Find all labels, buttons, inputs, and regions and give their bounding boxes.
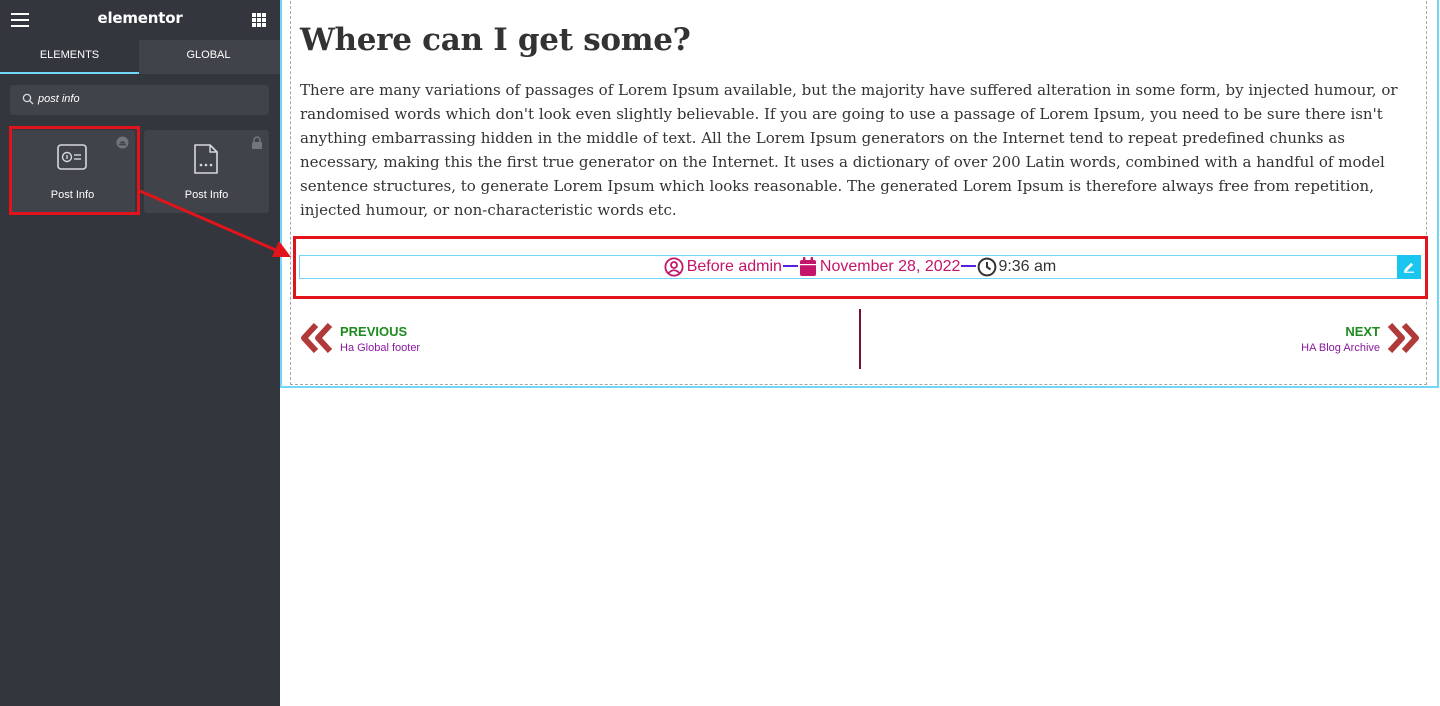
edit-widget-button[interactable]: [1397, 255, 1421, 279]
user-circle-icon: [664, 257, 684, 277]
pro-badge-icon: [116, 136, 129, 149]
page-heading: Where can I get some?: [300, 22, 691, 58]
post-nav-divider: [859, 309, 861, 369]
author-text: Before admin: [686, 258, 782, 275]
meta-divider: [782, 264, 798, 267]
search-query: post info: [38, 93, 80, 105]
clock-icon: [978, 257, 997, 277]
panel-tabs: ELEMENTS GLOBAL: [0, 40, 280, 74]
body-text: There are many variations of passages of…: [300, 81, 1398, 219]
widgets-grid-icon[interactable]: [252, 13, 266, 27]
widget-label: Post Info: [184, 189, 229, 201]
previous-label: PREVIOUS: [340, 324, 408, 339]
post-info-icon: [57, 144, 87, 170]
post-info-date[interactable]: November 28, 2022: [799, 256, 961, 278]
next-label: NEXT: [1345, 324, 1380, 339]
widget-search-input[interactable]: post info: [10, 85, 269, 115]
double-chevron-right-icon: [1387, 323, 1419, 353]
search-icon: [22, 93, 34, 105]
date-text: November 28, 2022: [819, 258, 961, 275]
post-document-icon: [194, 144, 218, 174]
lock-icon: [252, 136, 262, 149]
brand-logo: elementor: [97, 9, 183, 27]
widget-label: Post Info: [50, 189, 95, 201]
next-post-link[interactable]: NEXT HA Blog Archive: [1120, 310, 1420, 370]
post-info-widget[interactable]: Before admin November 28, 2022 9:36 am: [300, 256, 1420, 278]
panel-header: elementor: [0, 0, 280, 40]
tab-elements[interactable]: ELEMENTS: [0, 40, 139, 74]
next-post-title: HA Blog Archive: [1301, 342, 1380, 354]
previous-post-title: Ha Global footer: [340, 342, 421, 354]
post-info-time[interactable]: 9:36 am: [977, 256, 1056, 278]
calendar-icon: [799, 257, 816, 276]
time-text: 9:36 am: [998, 258, 1057, 275]
widget-post-info[interactable]: Post Info: [10, 130, 135, 213]
widget-post-info-pro[interactable]: Post Info: [144, 130, 269, 213]
post-info-author[interactable]: Before admin: [664, 256, 782, 278]
pencil-icon: [1404, 262, 1414, 273]
previous-post-link[interactable]: PREVIOUS Ha Global footer: [300, 310, 600, 370]
editor-panel: elementor ELEMENTS GLOBAL post info Post…: [0, 0, 280, 706]
page-canvas: Where can I get some? There are many var…: [280, 0, 1440, 706]
double-chevron-left-icon: [301, 323, 333, 353]
tab-global[interactable]: GLOBAL: [139, 40, 278, 74]
meta-divider: [961, 264, 977, 267]
